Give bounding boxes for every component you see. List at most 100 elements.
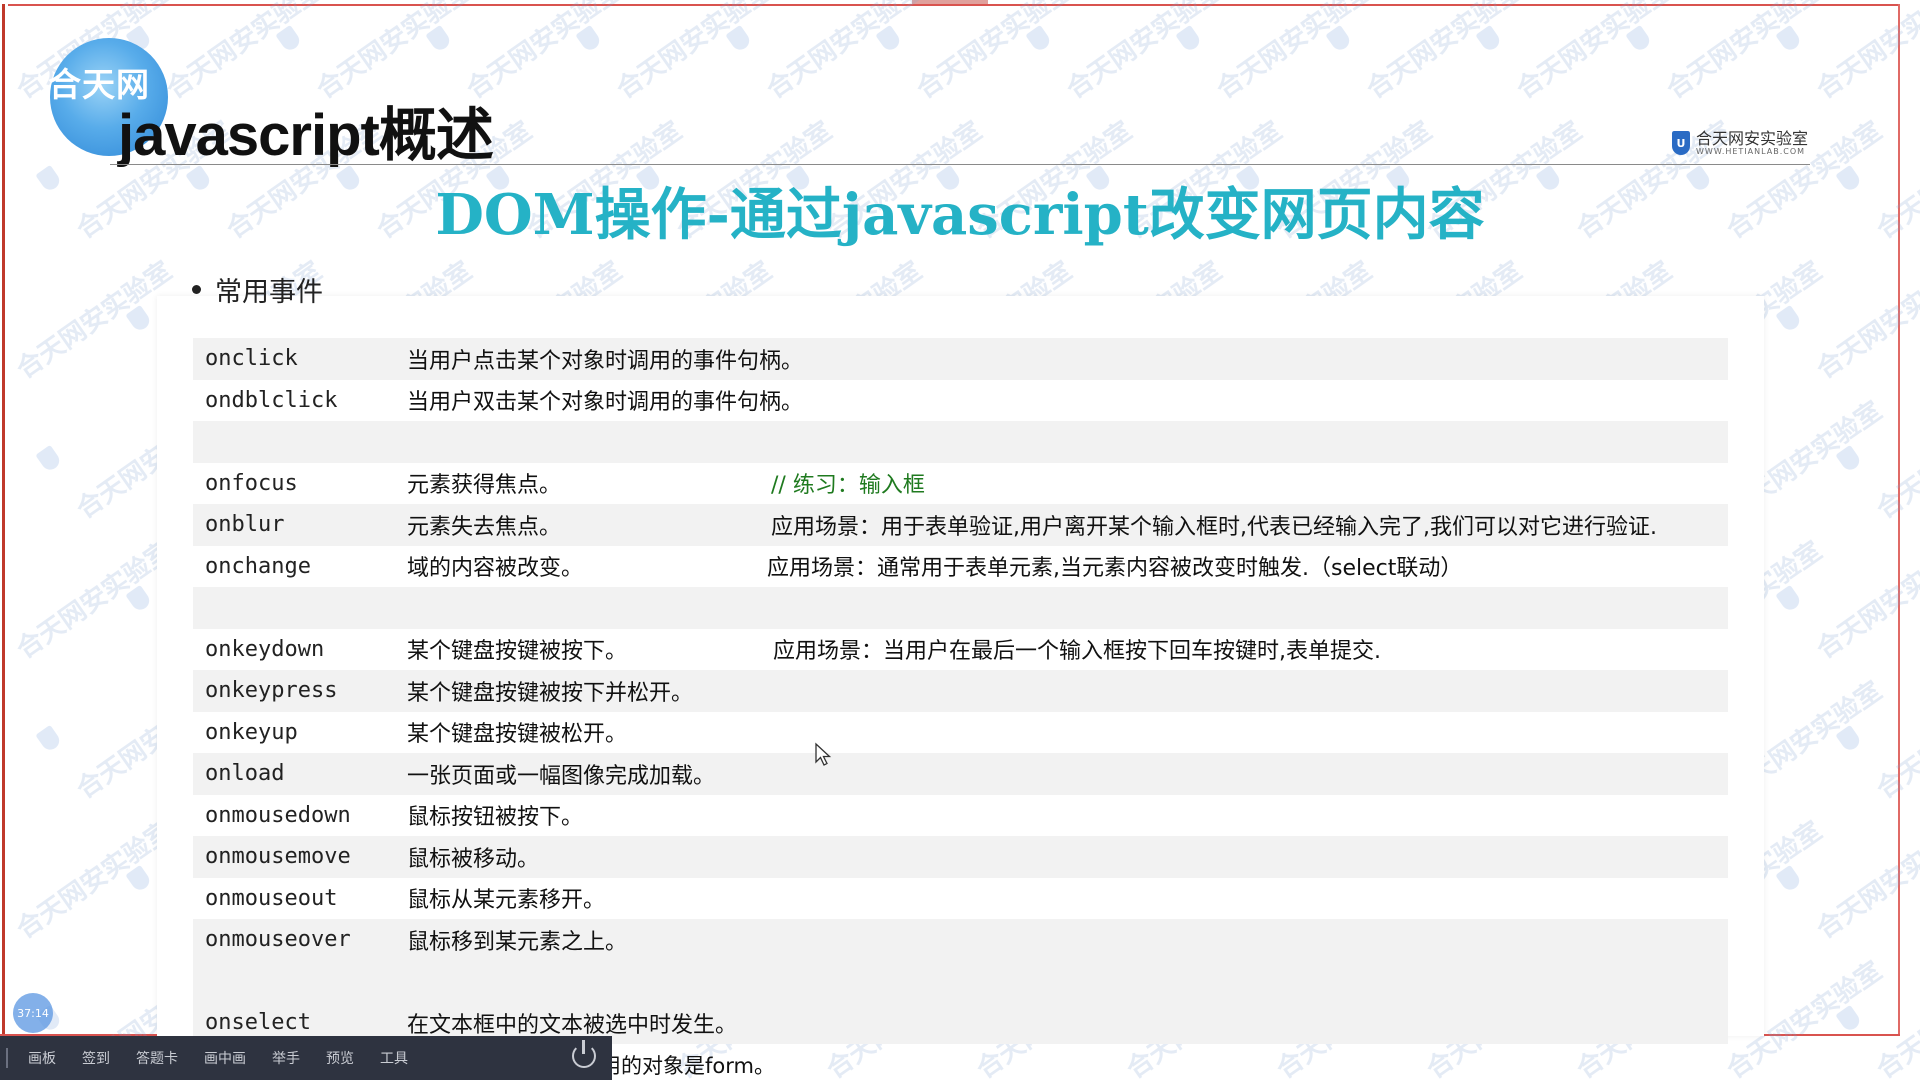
watermark-text: 合天网安实验室 (1361, 0, 1528, 106)
watermark-text: 合天网安实验室 (1871, 396, 1920, 526)
bullet-heading: 常用事件 (192, 270, 323, 309)
watermark-text: 合天网安实验室 (761, 0, 928, 106)
event-note: 应用场景：当用户在最后一个输入框按下回车按键时,表单提交. (773, 639, 1381, 665)
watermark-shield-icon (35, 444, 63, 474)
watermark-text: 合天网安实验室 (1811, 256, 1920, 386)
table-row: onmousedown 鼠标按钮被按下。 (193, 795, 1728, 837)
watermark-shield-icon (125, 864, 153, 894)
event-name: onchange (205, 553, 311, 579)
watermark-shield-icon (125, 584, 153, 614)
mouse-cursor-icon (815, 742, 832, 766)
watermark-text: 合天网安实验室 (611, 0, 778, 106)
bottom-toolbar: 画板 签到 答题卡 画中画 举手 预览 工具 (0, 1036, 612, 1080)
table-row: onblur 元素失去焦点。 应用场景：用于表单验证,用户离开某个输入框时,代表已经… (193, 504, 1728, 546)
event-note: 应用场景：通常用于表单元素,当元素内容被改变时触发.（select联动） (767, 556, 1463, 582)
event-description: 鼠标被移动。 (407, 846, 540, 872)
event-description: 某个键盘按键被按下并松开。 (407, 680, 694, 706)
toolbar-item-tools[interactable]: 工具 (380, 1048, 408, 1068)
watermark-text: 合天网安实验室 (1061, 0, 1228, 106)
watermark-shield-icon (725, 24, 753, 54)
event-description: 当用户双击某个对象时调用的事件句柄。 (407, 390, 804, 416)
event-name: onkeypress (205, 678, 338, 704)
event-description: 鼠标移到某元素之上。 (407, 929, 628, 955)
table-row: onmousemove 鼠标被移动。 (193, 836, 1728, 878)
section-title: javascript概述 (118, 103, 494, 168)
table-row: ondblclick 当用户双击某个对象时调用的事件句柄。 (193, 380, 1728, 422)
table-row: onkeypress 某个键盘按键被按下并松开。 (193, 670, 1728, 712)
event-name: onselect (205, 1010, 311, 1036)
toolbar-item-whiteboard[interactable]: 画板 (28, 1048, 56, 1068)
event-description: 某个键盘按键被松开。 (407, 722, 628, 748)
watermark-text: 合天网安实验室 (911, 0, 1078, 106)
toolbar-grip-icon[interactable] (6, 1048, 8, 1068)
watermark-shield-icon (875, 24, 903, 54)
watermark-shield-icon (1475, 24, 1503, 54)
event-name: onmousemove (205, 844, 351, 870)
event-description: 域的内容被改变。 (407, 556, 584, 582)
event-name: onload (205, 761, 285, 787)
toolbar-item-signin[interactable]: 签到 (82, 1048, 110, 1068)
toolbar-item-raise-hand[interactable]: 举手 (272, 1048, 300, 1068)
watermark-shield-icon (575, 24, 603, 54)
brand-url: WWW.HETIANLAB.COM (1696, 147, 1806, 156)
toolbar-item-pip[interactable]: 画中画 (204, 1048, 246, 1068)
event-description: 鼠标从某元素移开。 (407, 888, 606, 914)
bullet-text: 常用事件 (215, 277, 323, 308)
toolbar-item-answer-card[interactable]: 答题卡 (136, 1048, 178, 1068)
event-name: onkeyup (205, 719, 298, 745)
event-description: 一张页面或一幅图像完成加载。 (407, 763, 716, 789)
event-description: 某个键盘按键被按下。 (407, 639, 628, 665)
watermark-shield-icon (275, 24, 303, 54)
event-note: 应用场景：用于表单验证,用户离开某个输入框时,代表已经输入完了,我们可以对它进行… (771, 514, 1657, 540)
title-divider (110, 164, 1810, 165)
frame-right (1898, 4, 1900, 1034)
table-spacer-row (193, 960, 1728, 1002)
table-row: onclick 当用户点击某个对象时调用的事件句柄。 (193, 338, 1728, 380)
watermark-shield-icon (1325, 24, 1353, 54)
watermark-shield-icon (1175, 24, 1203, 54)
watermark-text: 合天网安实验室 (1871, 676, 1920, 806)
event-name: onfocus (205, 470, 298, 496)
watermark-shield-icon (125, 304, 153, 334)
watermark-text: 合天网安实验室 (11, 816, 178, 946)
watermark-text: 合天网安实验室 (1811, 536, 1920, 666)
watermark-text: 合天网安实验室 (11, 536, 178, 666)
brand-name: 合天网安实验室 (1696, 129, 1809, 148)
watermark-shield-icon (425, 24, 453, 54)
brand-logo: U 合天网安实验室 WWW.HETIANLAB.COM (1672, 130, 1808, 156)
toolbar-item-preview[interactable]: 预览 (326, 1048, 354, 1068)
shield-icon: U (1672, 131, 1690, 155)
watermark-shield-icon (1625, 24, 1653, 54)
watermark-text: 合天网安实验室 (1511, 0, 1678, 106)
watermark-text: 合天网安实验室 (1811, 0, 1920, 106)
watermark-text: 合天网安实验室 (1211, 0, 1378, 106)
event-description: 当用户点击某个对象时调用的事件句柄。 (407, 348, 804, 374)
watermark-shield-icon (1835, 724, 1863, 754)
table-spacer-row (193, 421, 1728, 463)
event-description: 在文本框中的文本被选中时发生。 (407, 1012, 738, 1038)
watermark-text: 合天网安实验室 (11, 256, 178, 386)
event-name: onmousedown (205, 802, 351, 828)
event-name: onmouseover (205, 927, 351, 953)
frame-left (2, 4, 5, 1036)
table-spacer-row (193, 587, 1728, 629)
frame-top (8, 4, 1898, 6)
slide-title: DOM操作-通过javascript改变网页内容 (435, 182, 1485, 248)
event-description: 鼠标按钮被按下。 (407, 805, 584, 831)
watermark-shield-icon (1775, 24, 1803, 54)
table-row: onchange 域的内容被改变。 应用场景：通常用于表单元素,当元素内容被改变时触… (193, 546, 1728, 588)
table-row: onmouseout 鼠标从某元素移开。 (193, 878, 1728, 920)
bullet-dot-icon (192, 285, 201, 294)
event-name: onmouseout (205, 885, 338, 911)
table-row: onkeyup 某个键盘按键被松开。 (193, 712, 1728, 754)
events-table: onclick 当用户点击某个对象时调用的事件句柄。 ondblclick 当用户双击… (193, 338, 1728, 1044)
event-name: ondblclick (205, 387, 338, 413)
table-row: onfocus 元素获得焦点。 // 练习：输入框 (193, 463, 1728, 505)
watermark-shield-icon (1835, 444, 1863, 474)
timer-badge: 37:14 (13, 993, 53, 1033)
table-row: onload 一张页面或一幅图像完成加载。 (193, 753, 1728, 795)
event-description: 元素失去焦点。 (407, 514, 562, 540)
table-row: onmouseover 鼠标移到某元素之上。 (193, 919, 1728, 961)
event-name: onclick (205, 346, 298, 372)
event-name: onblur (205, 512, 285, 538)
